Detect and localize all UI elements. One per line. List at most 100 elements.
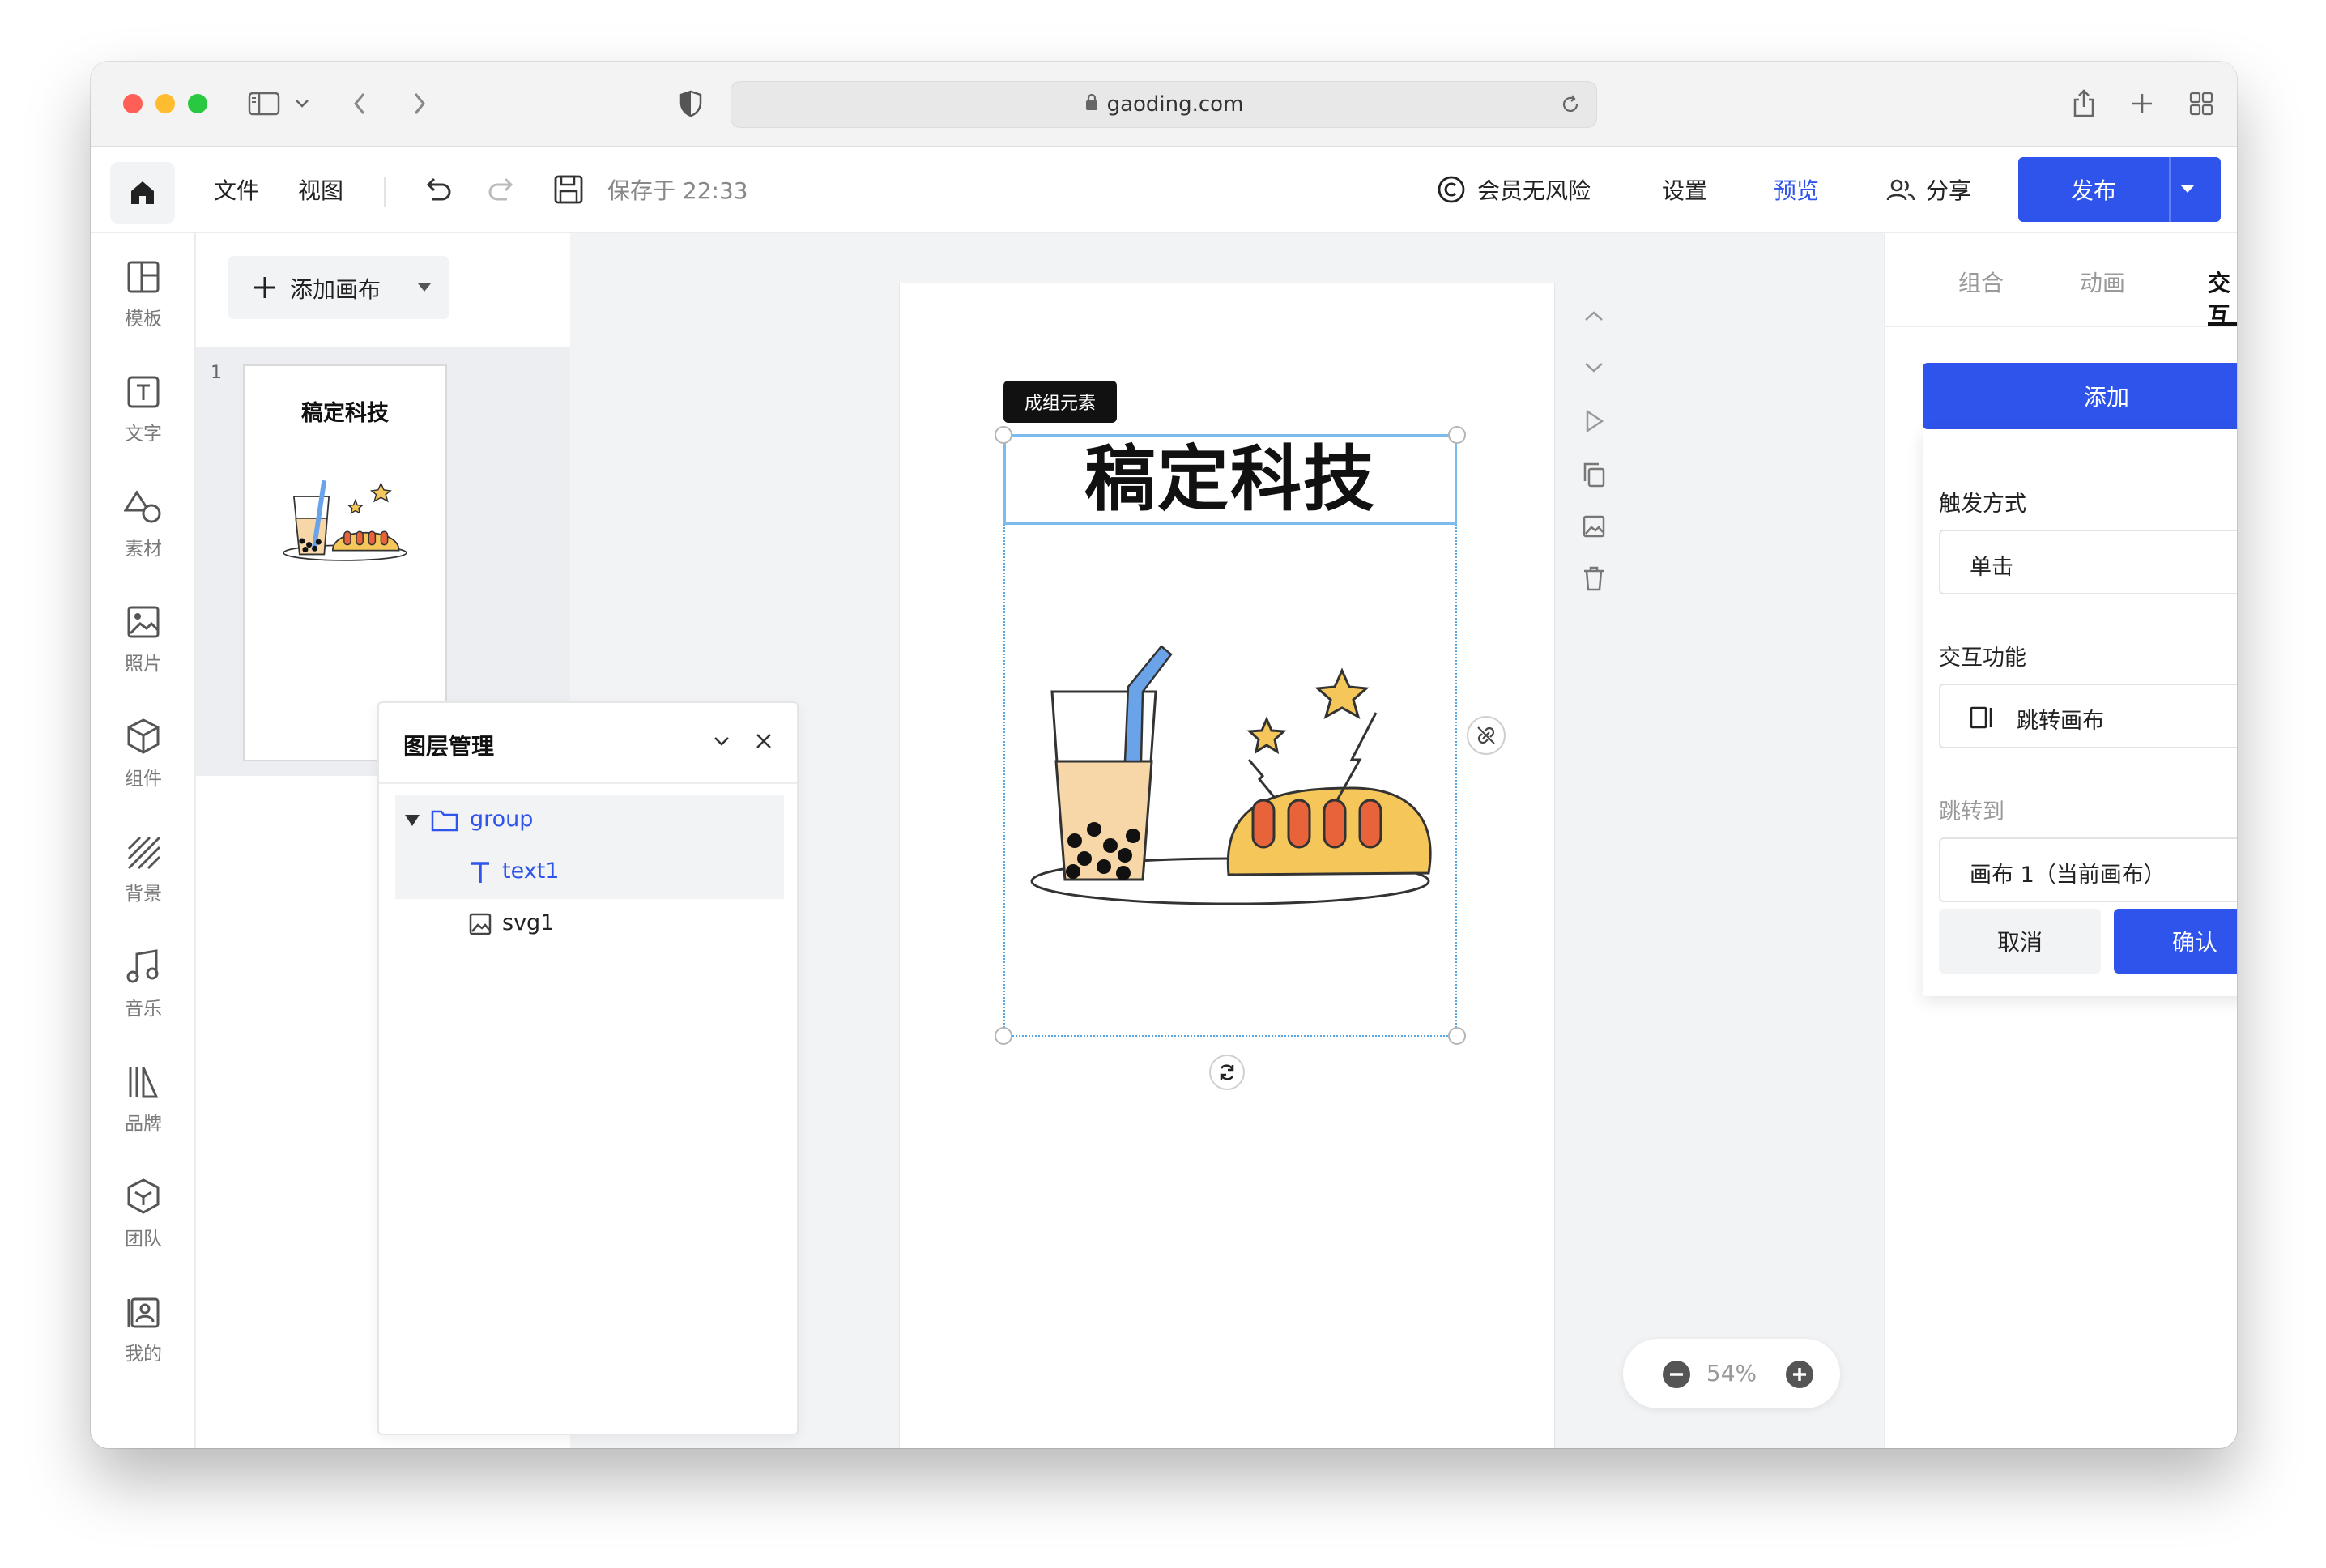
layer-panel-header: 图层管理 [379,703,797,784]
chevron-down-icon[interactable] [295,81,309,126]
sidebar-item-elements[interactable]: 素材 [91,479,196,577]
back-icon[interactable] [351,81,368,126]
url-text: gaoding.com [1106,92,1244,117]
canvas-title-text: 稿定科技 [1084,437,1376,521]
confirm-button[interactable]: 确认 [2114,909,2237,974]
function-label: 交互功能 [1939,646,2026,671]
sidebar-item-mine[interactable]: 我的 [91,1285,196,1382]
browser-chrome: gaoding.com [91,62,2237,147]
member-risk-free-button[interactable]: 会员无风险 [1477,177,1591,206]
thumbnail-title: 稿定科技 [301,401,389,426]
add-canvas-button[interactable]: 添加画布 [228,256,449,319]
settings-button[interactable]: 设置 [1662,177,1707,206]
template-icon [126,249,161,295]
text-element[interactable]: 稿定科技 [1003,434,1457,525]
tab-interaction[interactable]: 交互 [2208,266,2237,330]
sidebar-item-team[interactable]: 团队 [91,1170,196,1267]
cube-icon [126,709,161,755]
target-label: 跳转到 [1939,799,2004,824]
sidebar-toggle-icon[interactable] [248,81,280,126]
layer-item-svg1[interactable]: svg1 [395,899,784,951]
url-bar[interactable]: gaoding.com [731,81,1597,128]
zoom-in-icon[interactable] [1785,1360,1814,1392]
resize-handle-top-right[interactable] [1448,426,1466,444]
layer-item-group[interactable]: group [395,795,784,847]
add-canvas-caret-icon[interactable] [418,283,431,292]
tab-combine[interactable]: 组合 [1958,266,2004,298]
redo-icon[interactable] [486,173,518,209]
text-layer-icon [470,860,491,890]
link-icon[interactable] [1467,716,1506,755]
sidebar-item-brand[interactable]: 品牌 [91,1055,196,1152]
home-icon [131,181,154,204]
tab-overview-icon[interactable] [2188,81,2214,126]
layer-item-text1[interactable]: text1 [395,847,784,899]
thumbnail-illustration [280,479,410,567]
share-button[interactable]: 分享 [1926,177,1971,206]
resize-handle-bottom-left[interactable] [995,1027,1012,1045]
resize-handle-top-left[interactable] [995,426,1012,444]
sidebar-item-text[interactable]: 文字 [91,364,196,462]
shield-icon[interactable] [679,81,703,126]
publish-caret-icon[interactable] [2180,185,2195,193]
toolbar-divider [384,177,386,207]
preview-button[interactable]: 预览 [1774,177,1819,206]
minimize-window-button[interactable] [155,94,175,113]
chevron-down-icon[interactable] [1576,350,1612,386]
target-select[interactable]: 画布 1（当前画布） [1939,837,2237,902]
photo-icon [126,594,161,640]
publish-button[interactable]: 发布 [2018,157,2221,222]
maximize-window-button[interactable] [188,94,207,113]
page-number: 1 [211,363,222,383]
zoom-control: 54% [1623,1339,1840,1408]
expand-toggle-icon[interactable] [405,815,420,826]
bubble-tea-illustration [1020,638,1441,917]
trash-icon[interactable] [1576,560,1612,596]
sidebar-item-background[interactable]: 背景 [91,824,196,922]
sidebar-item-music[interactable]: 音乐 [91,940,196,1037]
layer-panel: 图层管理 group text1 svg1 [377,701,799,1435]
save-icon[interactable] [552,173,585,209]
function-select[interactable]: 跳转画布 [1939,684,2237,748]
close-icon[interactable] [753,731,774,755]
close-window-button[interactable] [123,94,143,113]
background-icon [126,824,161,870]
tab-animation[interactable]: 动画 [2080,266,2125,298]
chevron-up-icon[interactable] [1576,298,1612,334]
plus-icon [253,275,277,305]
undo-icon[interactable] [421,173,454,209]
browser-window: gaoding.com 文件 视图 保存于 22:33 会员无风险 设置 预览 … [91,62,2237,1448]
duplicate-icon[interactable] [1576,457,1612,492]
sidebar-item-template[interactable]: 模板 [91,249,196,347]
home-button[interactable] [110,162,175,224]
share-page-icon[interactable] [2072,81,2096,126]
profile-icon [126,1285,161,1330]
image-layer-icon [468,912,492,942]
save-status: 保存于 22:33 [607,177,748,204]
reload-icon[interactable] [1559,93,1582,121]
rotate-icon[interactable] [1209,1055,1245,1090]
publish-label: 发布 [2070,177,2116,204]
tab-bar-divider [1885,326,2237,327]
play-icon[interactable] [1576,403,1612,439]
canvas-jump-icon [1970,706,1996,735]
add-interaction-button[interactable]: 添加 [1923,363,2237,429]
active-tab-indicator [2208,322,2237,326]
properties-panel: 组合 动画 交互 添加 触发方式 单击 交互功能 跳转画布 跳转到 画布 1（当… [1884,233,2237,1448]
resize-handle-bottom-right[interactable] [1448,1027,1466,1045]
sidebar-item-components[interactable]: 组件 [91,709,196,807]
forward-icon[interactable] [411,81,428,126]
sidebar-item-photo[interactable]: 照片 [91,594,196,692]
editor-toolbar: 文件 视图 保存于 22:33 会员无风险 设置 预览 分享 发布 [91,147,2237,233]
view-menu[interactable]: 视图 [298,177,343,206]
image-icon[interactable] [1576,509,1612,544]
trigger-select[interactable]: 单击 [1939,530,2237,594]
users-icon [1885,177,1916,207]
brand-icon [126,1055,161,1100]
file-menu[interactable]: 文件 [214,177,259,206]
cancel-button[interactable]: 取消 [1939,909,2101,974]
collapse-icon[interactable] [711,731,732,755]
lock-icon [1084,92,1099,117]
text-icon [126,364,161,410]
new-tab-icon[interactable] [2130,81,2154,126]
